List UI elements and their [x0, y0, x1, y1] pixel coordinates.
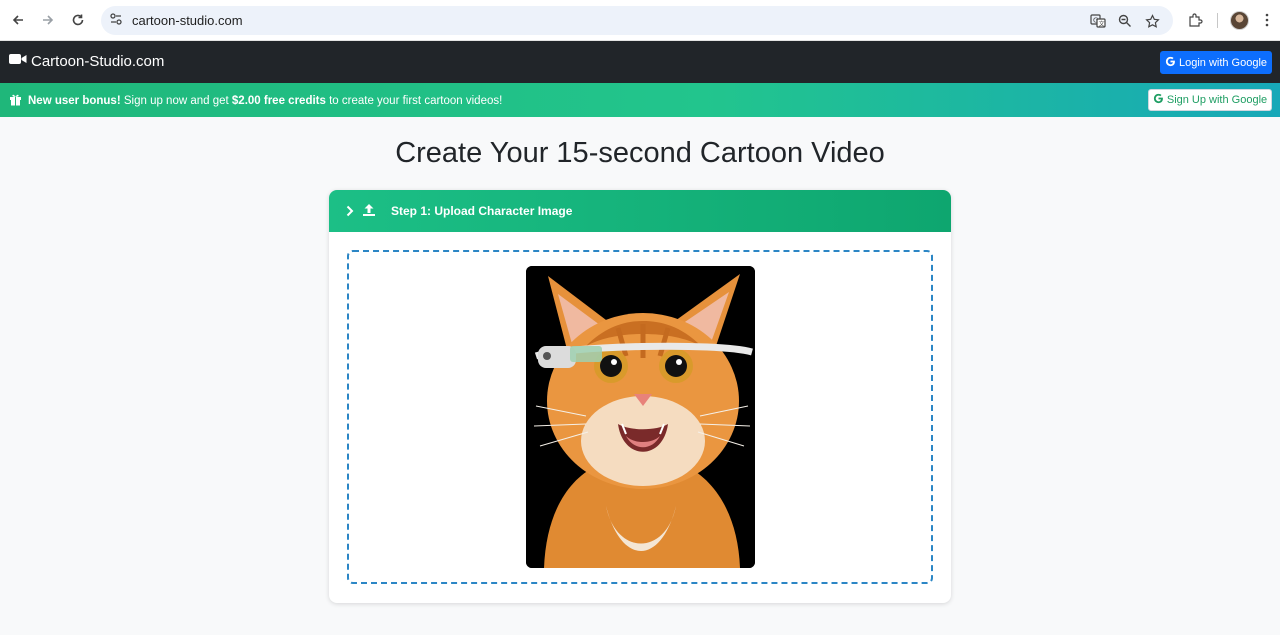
toolbar-divider: [1217, 13, 1218, 28]
image-dropzone[interactable]: [347, 250, 933, 584]
promo-credits: $2.00 free credits: [231, 95, 326, 107]
gift-icon: [9, 93, 28, 109]
bookmark-star-icon[interactable]: [1143, 12, 1161, 30]
step-1-label: Step 1: Upload Character Image: [391, 204, 573, 218]
signup-with-google-button[interactable]: Sign Up with Google: [1148, 89, 1272, 111]
reload-icon[interactable]: [67, 9, 89, 31]
video-camera-icon: [9, 52, 31, 70]
google-icon: [1165, 56, 1176, 70]
page-title: Create Your 15-second Cartoon Video: [395, 137, 885, 169]
login-with-google-button[interactable]: Login with Google: [1160, 51, 1272, 74]
step-1-header[interactable]: Step 1: Upload Character Image: [329, 190, 951, 232]
extensions-icon[interactable]: [1186, 11, 1204, 29]
cat-illustration: [526, 266, 755, 568]
brand-name: Cartoon-Studio.com: [31, 52, 165, 70]
brand-logo[interactable]: Cartoon-Studio.com: [9, 52, 164, 70]
zoom-icon[interactable]: [1116, 12, 1134, 30]
signup-label: Sign Up with Google: [1166, 94, 1268, 106]
address-bar[interactable]: cartoon-studio.com G文: [101, 6, 1173, 35]
more-menu-icon[interactable]: [1258, 11, 1276, 29]
forward-arrow-icon[interactable]: [37, 9, 59, 31]
app-navbar: Cartoon-Studio.com Login with Google: [0, 41, 1280, 83]
promo-message: New user bonus! Sign up now and get $2.0…: [9, 93, 502, 109]
svg-text:文: 文: [1099, 20, 1105, 28]
profile-avatar[interactable]: [1230, 11, 1249, 30]
upload-icon: [362, 203, 376, 222]
chevron-right-icon: [346, 204, 354, 222]
promo-text-1: Sign up now and get: [120, 95, 232, 107]
promo-text-2: to create your first cartoon videos!: [325, 95, 503, 107]
login-label: Login with Google: [1178, 56, 1268, 69]
character-image-preview: [526, 266, 755, 568]
back-arrow-icon[interactable]: [7, 9, 29, 31]
promo-lead: New user bonus!: [28, 95, 121, 107]
url-text[interactable]: cartoon-studio.com: [132, 13, 243, 28]
upload-step-card: Step 1: Upload Character Image: [329, 190, 951, 603]
site-settings-icon[interactable]: [109, 12, 123, 31]
promo-banner: New user bonus! Sign up now and get $2.0…: [0, 83, 1280, 117]
browser-toolbar: cartoon-studio.com G文: [0, 0, 1280, 41]
google-icon: [1153, 93, 1164, 107]
translate-icon[interactable]: G文: [1089, 12, 1107, 30]
